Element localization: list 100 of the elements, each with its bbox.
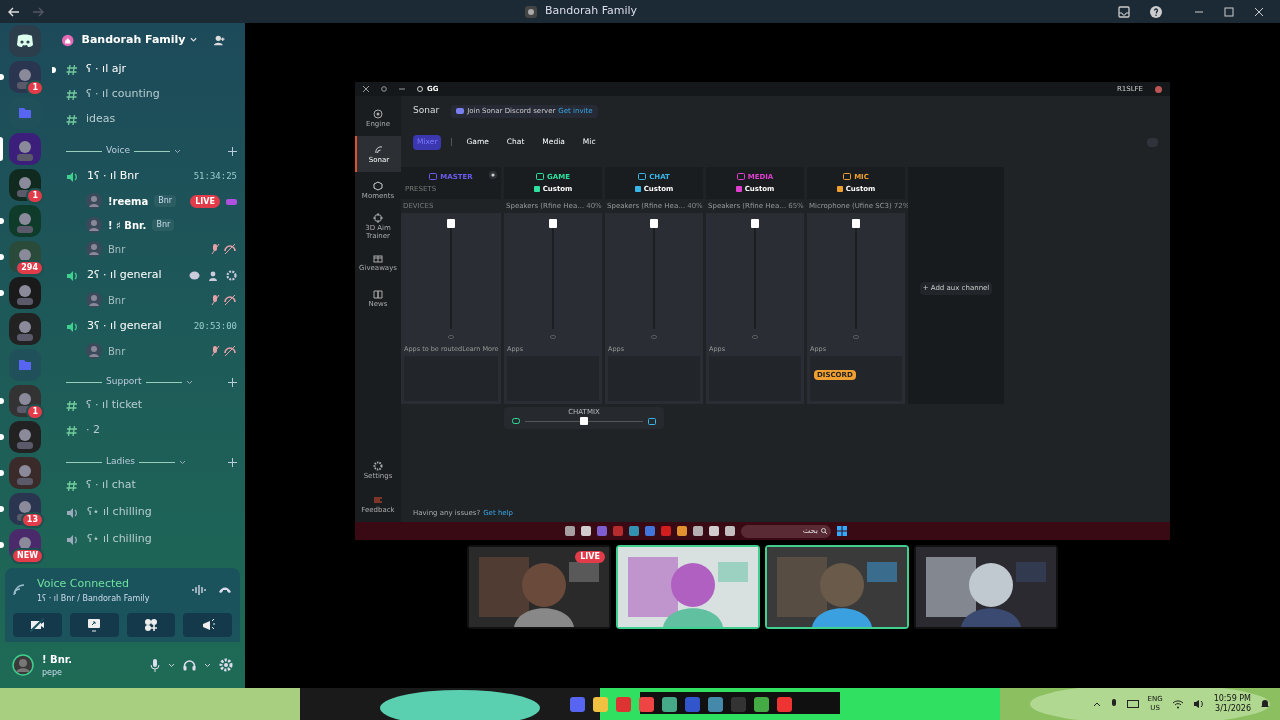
settings-icon[interactable]: [219, 658, 233, 672]
headphones-icon[interactable]: [183, 659, 196, 671]
chevron-down-icon[interactable]: [173, 148, 181, 154]
page-title: Sonar: [413, 104, 440, 118]
chevron-down-icon[interactable]: [168, 662, 175, 668]
notification-badge: 294: [15, 260, 44, 276]
avatar[interactable]: [12, 654, 34, 676]
member-name[interactable]: Bnr: [108, 343, 126, 359]
channel-name[interactable]: ideas: [86, 111, 116, 128]
member-row[interactable]: Bnr: [80, 288, 237, 312]
soundboard-icon: [200, 617, 215, 632]
member-row[interactable]: Bnr: [80, 339, 237, 363]
clock[interactable]: 10:59 PM 3/1/2026: [1213, 694, 1251, 714]
member-row[interactable]: ! ♯ Bnr. Bnr: [80, 213, 237, 237]
category-label[interactable]: Ladies: [106, 455, 135, 469]
chatmix-thumb[interactable]: [580, 416, 588, 425]
server-item[interactable]: NEW: [0, 529, 50, 561]
add-channel-icon[interactable]: [228, 377, 237, 387]
slider-thumb[interactable]: [447, 219, 455, 228]
close-icon[interactable]: [363, 86, 369, 92]
server-item[interactable]: 13: [0, 493, 50, 525]
server-item[interactable]: 1: [0, 61, 50, 93]
server-icon[interactable]: [9, 277, 41, 309]
chevron-down-icon[interactable]: [178, 459, 186, 465]
camera-off-button[interactable]: [13, 612, 62, 637]
category-label[interactable]: Voice: [106, 144, 130, 158]
avatar[interactable]: [1155, 85, 1162, 93]
close-icon[interactable]: [1254, 6, 1264, 17]
slider-thumb[interactable]: [650, 219, 658, 228]
channel-name[interactable]: ʕ · ıl ticket: [86, 397, 143, 414]
speaker-icon: [66, 506, 79, 519]
chevron-down-icon[interactable]: [204, 662, 211, 668]
settings-icon[interactable]: [226, 270, 237, 281]
slider-thumb[interactable]: [751, 219, 759, 228]
inbox-icon[interactable]: [1118, 5, 1130, 18]
channel-name[interactable]: ʕ · ıl counting: [86, 86, 160, 103]
live-badge: LIVE: [575, 551, 605, 563]
channel-name[interactable]: 2ʕ · ıl general: [87, 267, 162, 284]
user-name[interactable]: ! Bnr.: [42, 651, 142, 667]
member-name[interactable]: Bnr: [108, 292, 126, 308]
hash-icon: [66, 424, 78, 437]
server-name[interactable]: Bandorah Family: [81, 31, 186, 49]
channel-name[interactable]: 1ʕ · ıl Bnr: [87, 168, 139, 185]
add-channel-icon[interactable]: [228, 146, 237, 156]
channel-name[interactable]: 3ʕ · ıl general: [87, 318, 162, 335]
add-member-icon[interactable]: [208, 270, 218, 281]
channel-name[interactable]: ʕ · ıl chat: [86, 477, 136, 494]
notification-icon[interactable]: [1260, 699, 1270, 709]
add-member-icon[interactable]: [212, 33, 225, 47]
help-icon[interactable]: [1150, 5, 1162, 18]
channel-name[interactable]: ʕ · ıl ajr: [86, 61, 127, 78]
wifi-icon[interactable]: [1171, 699, 1184, 709]
member-row[interactable]: !reema Bnr LIVE: [80, 189, 237, 213]
soundboard-icon[interactable]: [192, 584, 206, 597]
maximize-icon[interactable]: [1224, 6, 1234, 17]
back-arrow-icon[interactable]: [8, 6, 20, 17]
slider-thumb[interactable]: [549, 219, 557, 228]
chevron-up-icon[interactable]: [1092, 701, 1101, 707]
member-name[interactable]: !reema: [108, 193, 149, 209]
member-name[interactable]: Bnr: [108, 241, 126, 257]
search-field[interactable]: بحث: [741, 524, 831, 538]
channel-name[interactable]: · 2: [86, 422, 100, 439]
voice-location[interactable]: 1ʕ · ıl Bnr / Bandorah Family: [37, 592, 180, 605]
keyboard-icon[interactable]: [1126, 700, 1139, 708]
soundboard-button[interactable]: [183, 612, 232, 637]
channel-name[interactable]: ʕ⋆ ıl chilling: [87, 504, 152, 521]
discord-icon[interactable]: [9, 25, 41, 57]
refresh-icon[interactable]: [381, 86, 387, 92]
server-icon[interactable]: [9, 421, 41, 453]
disconnect-icon[interactable]: [218, 586, 232, 595]
volume-slider[interactable]: [447, 219, 455, 329]
start-icon[interactable]: [837, 526, 847, 536]
volume-slider[interactable]: [751, 219, 759, 329]
avatar: [86, 292, 102, 308]
settings-icon: [373, 460, 383, 471]
volume-slider[interactable]: [549, 219, 557, 329]
minimize-icon[interactable]: [399, 86, 405, 92]
chevron-down-icon[interactable]: [185, 379, 193, 385]
volume-slider[interactable]: [852, 219, 860, 329]
add-channel-icon[interactable]: [228, 457, 237, 467]
server-item[interactable]: 294: [0, 241, 50, 273]
speaker-icon: [66, 320, 79, 333]
settings-icon[interactable]: [489, 171, 497, 179]
activities-button[interactable]: [126, 612, 176, 637]
server-item[interactable]: 1: [0, 385, 50, 417]
server-item[interactable]: 1: [0, 169, 50, 201]
activities-icon: [143, 617, 158, 632]
member-name[interactable]: ! ♯ Bnr.: [108, 217, 147, 233]
slider-thumb[interactable]: [852, 219, 860, 228]
microphone-icon[interactable]: [150, 658, 160, 672]
screen-share-button[interactable]: [69, 612, 119, 637]
volume-slider[interactable]: [650, 219, 658, 329]
volume-icon[interactable]: [1192, 699, 1205, 709]
stream-tile[interactable]: LIVE: [467, 545, 611, 629]
screen-share-icon: [87, 617, 102, 632]
channel-name[interactable]: ʕ⋆ ıl chilling: [87, 531, 152, 548]
chat-icon[interactable]: [189, 270, 200, 281]
member-row[interactable]: Bnr: [80, 237, 237, 261]
category-label[interactable]: Support: [106, 375, 142, 389]
server-icon[interactable]: [9, 313, 41, 345]
